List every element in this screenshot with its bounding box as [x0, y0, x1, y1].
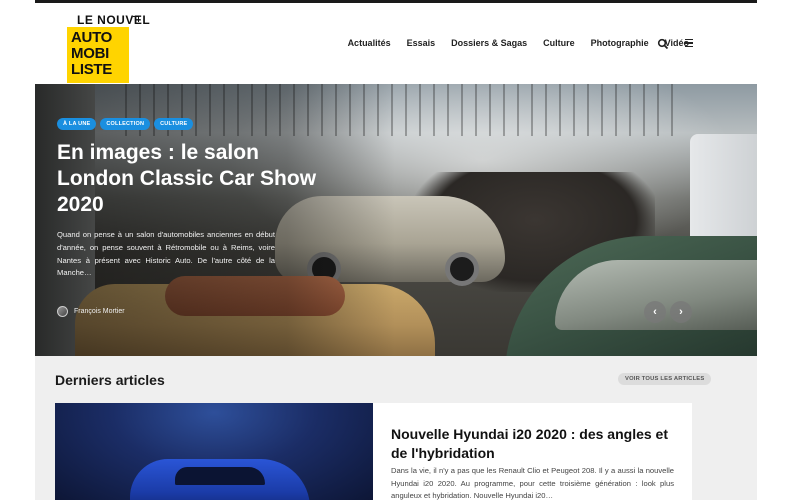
hero-title[interactable]: En images : le salon London Classic Car … — [57, 140, 337, 218]
logo-top-text: LE NOUVEL — [77, 13, 151, 27]
latest-articles-section: Derniers articles VOIR TOUS LES ARTICLES… — [35, 356, 757, 500]
hero-tags: À LA UNE COLLECTION CULTURE — [57, 118, 194, 130]
nav-item-culture[interactable]: Culture — [535, 38, 583, 48]
tag-collection[interactable]: COLLECTION — [100, 118, 151, 130]
site-header: LE NOUVEL AUTO MOBI LISTE Actualités Ess… — [35, 3, 757, 83]
hero-author[interactable]: François Mortier — [57, 306, 125, 317]
article-image-car-window — [175, 467, 265, 485]
chevron-left-icon[interactable]: ‹ — [644, 301, 666, 323]
logo-line: MOBI — [71, 45, 109, 62]
author-name: François Mortier — [74, 308, 125, 315]
tag-a-la-une[interactable]: À LA UNE — [57, 118, 97, 130]
section-title: Derniers articles — [55, 372, 165, 388]
logo-line: AUTO — [71, 29, 113, 46]
main-nav: Actualités Essais Dossiers & Sagas Cultu… — [340, 3, 697, 83]
article-card[interactable]: Nouvelle Hyundai i20 2020 : des angles e… — [55, 403, 692, 500]
nav-item-essais[interactable]: Essais — [399, 38, 444, 48]
logo-line: LISTE — [71, 61, 113, 78]
avatar — [57, 306, 68, 317]
hero-slider[interactable]: À LA UNE COLLECTION CULTURE En images : … — [35, 84, 757, 356]
hamburger-menu-icon[interactable] — [683, 37, 695, 49]
nav-item-dossiers-sagas[interactable]: Dossiers & Sagas — [443, 38, 535, 48]
see-all-articles-button[interactable]: VOIR TOUS LES ARTICLES — [618, 373, 712, 385]
tag-culture[interactable]: CULTURE — [154, 118, 194, 130]
article-title[interactable]: Nouvelle Hyundai i20 2020 : des angles e… — [391, 425, 671, 463]
site-logo[interactable]: LE NOUVEL AUTO MOBI LISTE — [67, 13, 173, 83]
nav-item-photographie[interactable]: Photographie — [583, 38, 657, 48]
hero-excerpt: Quand on pense à un salon d'automobiles … — [57, 230, 275, 278]
logo-box: AUTO MOBI LISTE — [67, 27, 129, 83]
hero-photo-wheel — [445, 252, 479, 286]
logo-corner-mark — [133, 16, 139, 22]
search-icon[interactable] — [657, 37, 669, 50]
chevron-right-icon[interactable]: › — [670, 301, 692, 323]
nav-item-actualites[interactable]: Actualités — [340, 38, 399, 48]
article-image[interactable] — [55, 403, 373, 500]
article-excerpt: Dans la vie, il n'y a pas que les Renaul… — [391, 466, 674, 500]
